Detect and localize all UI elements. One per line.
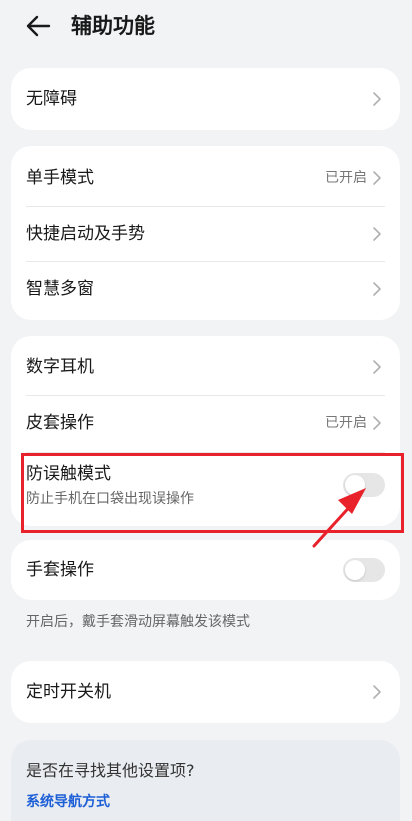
smart-window-label: 智慧多窗	[26, 279, 94, 299]
glove-operation-label: 手套操作	[26, 560, 94, 580]
accessibility-row[interactable]: 无障碍	[11, 71, 400, 127]
scheduled-power-row[interactable]: 定时开关机	[11, 664, 400, 720]
cover-operation-row[interactable]: 皮套操作 已开启	[11, 395, 400, 451]
suggestion-card: 是否在寻找其他设置项? 系统导航方式	[11, 740, 400, 821]
toggle-knob	[345, 560, 365, 580]
one-hand-mode-label: 单手模式	[26, 168, 94, 188]
toggle-knob	[345, 475, 365, 495]
gesture-card: 单手模式 已开启 快捷启动及手势 智慧多窗	[11, 146, 400, 320]
digital-earphone-label: 数字耳机	[26, 357, 94, 377]
chevron-right-icon	[370, 279, 384, 299]
chevron-right-icon	[370, 413, 384, 433]
chevron-right-icon	[370, 357, 384, 377]
quick-launch-label: 快捷启动及手势	[26, 224, 145, 244]
glove-operation-row[interactable]: 手套操作	[11, 542, 400, 598]
device-card: 数字耳机 皮套操作 已开启 防误触模式 防止手机在口袋出现误操作	[11, 336, 400, 526]
one-hand-mode-status: 已开启	[325, 170, 367, 186]
header: 辅助功能	[0, 0, 412, 52]
arrow-left-icon	[26, 15, 51, 37]
suggestion-title: 是否在寻找其他设置项?	[26, 761, 195, 780]
back-button[interactable]	[22, 12, 54, 40]
anti-mistouch-toggle[interactable]	[343, 473, 385, 497]
digital-earphone-row[interactable]: 数字耳机	[11, 339, 400, 395]
chevron-right-icon	[370, 682, 384, 702]
glove-card: 手套操作	[11, 540, 400, 600]
anti-mistouch-label: 防误触模式	[26, 464, 111, 484]
smart-window-row[interactable]: 智慧多窗	[11, 261, 400, 317]
chevron-right-icon	[370, 224, 384, 244]
anti-mistouch-row[interactable]: 防误触模式 防止手机在口袋出现误操作	[11, 452, 400, 522]
scheduled-power-card: 定时开关机	[11, 661, 400, 723]
cover-operation-status: 已开启	[325, 415, 367, 431]
accessibility-card: 无障碍	[11, 68, 400, 130]
chevron-right-icon	[370, 89, 384, 109]
glove-operation-toggle[interactable]	[343, 558, 385, 582]
page-title: 辅助功能	[71, 14, 155, 38]
quick-launch-row[interactable]: 快捷启动及手势	[11, 206, 400, 262]
system-navigation-link[interactable]: 系统导航方式	[26, 792, 110, 812]
cover-operation-label: 皮套操作	[26, 413, 94, 433]
scheduled-power-label: 定时开关机	[26, 682, 111, 702]
accessibility-label: 无障碍	[26, 89, 77, 109]
one-hand-mode-row[interactable]: 单手模式 已开启	[11, 150, 400, 206]
chevron-right-icon	[370, 168, 384, 188]
anti-mistouch-description: 防止手机在口袋出现误操作	[26, 491, 194, 507]
glove-operation-note: 开启后，戴手套滑动屏幕触发该模式	[26, 614, 250, 630]
